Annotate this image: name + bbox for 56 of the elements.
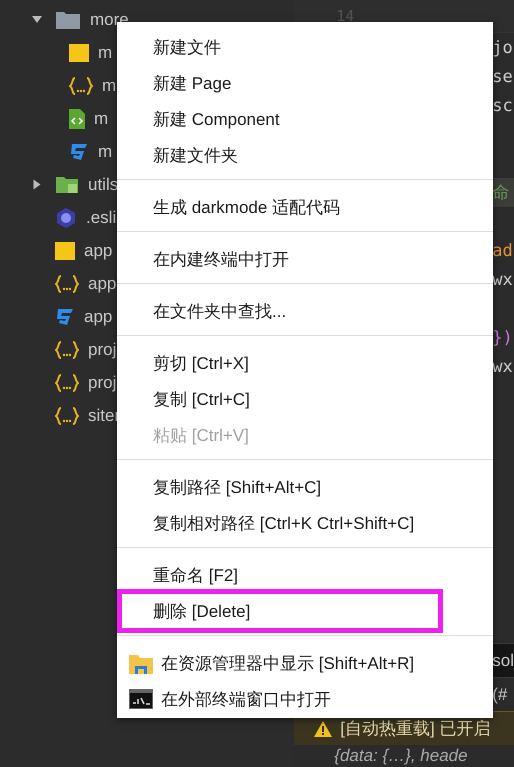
menu-item[interactable]: 新建 Page	[121, 65, 489, 101]
braces-icon	[69, 76, 93, 94]
code-text: se	[492, 66, 513, 86]
menu-item[interactable]: 新建 Component	[121, 101, 489, 137]
file-name[interactable]: m	[102, 76, 116, 96]
menu-item[interactable]: 在内建终端中打开	[121, 241, 489, 277]
hexagon-icon	[55, 206, 77, 228]
folder-icon	[55, 10, 81, 30]
code-text: wx	[492, 270, 513, 290]
file-name[interactable]: m	[98, 142, 112, 162]
code-text: sc	[492, 96, 513, 116]
file-name[interactable]: app	[84, 306, 112, 326]
file-name[interactable]: siter	[88, 406, 120, 426]
folder-icon	[55, 174, 79, 194]
console-object[interactable]: {data: {…}, heade	[334, 746, 468, 766]
file-name[interactable]: utils	[88, 174, 118, 194]
console-text: (#	[492, 684, 508, 704]
code-text: jo	[492, 38, 513, 58]
braces-icon	[55, 374, 79, 392]
menu-item[interactable]: 复制相对路径 [Ctrl+K Ctrl+Shift+C]	[121, 505, 489, 541]
menu-item[interactable]: 新建文件夹	[121, 137, 489, 173]
warning-text: [自动热重载] 已开启	[340, 718, 490, 740]
file-name[interactable]: m	[94, 108, 108, 128]
file-name[interactable]: app	[84, 240, 112, 260]
warning-icon	[314, 720, 332, 736]
menu-item[interactable]: 在文件夹中查找...	[121, 293, 489, 329]
css-file-icon	[69, 142, 89, 162]
code-text: })	[492, 328, 513, 348]
terminal-icon	[129, 689, 153, 709]
menu-item[interactable]: 在外部终端窗口中打开	[121, 681, 489, 717]
menu-item[interactable]: 重命名 [F2]	[121, 557, 489, 593]
caret-icon[interactable]	[34, 180, 40, 190]
menu-item[interactable]: 生成 darkmode 适配代码	[121, 189, 489, 225]
code-file-icon	[69, 108, 85, 128]
braces-icon	[55, 340, 79, 358]
menu-item[interactable]: 剪切 [Ctrl+X]	[121, 345, 489, 381]
file-name[interactable]: proj	[88, 340, 116, 360]
file-name[interactable]: app	[88, 274, 116, 294]
menu-item[interactable]: 复制 [Ctrl+C]	[121, 381, 489, 417]
menu-item[interactable]: 在资源管理器中显示 [Shift+Alt+R]	[121, 645, 489, 681]
braces-icon	[55, 406, 79, 424]
menu-item[interactable]: 新建文件	[121, 29, 489, 65]
file-name[interactable]: proj	[88, 372, 116, 392]
console-text: sol	[492, 650, 514, 670]
code-text: wx	[492, 356, 513, 376]
file-name[interactable]: m	[98, 42, 112, 62]
js-file-icon	[69, 44, 89, 62]
js-file-icon	[55, 242, 75, 260]
menu-item[interactable]: 复制路径 [Shift+Alt+C]	[121, 469, 489, 505]
css-file-icon	[55, 306, 75, 326]
code-text: ad	[492, 240, 513, 260]
braces-icon	[55, 274, 79, 292]
caret-icon[interactable]	[32, 16, 42, 23]
file-name[interactable]: .esli	[86, 208, 116, 228]
folder-icon	[129, 652, 153, 674]
code-text: 命	[492, 182, 510, 204]
